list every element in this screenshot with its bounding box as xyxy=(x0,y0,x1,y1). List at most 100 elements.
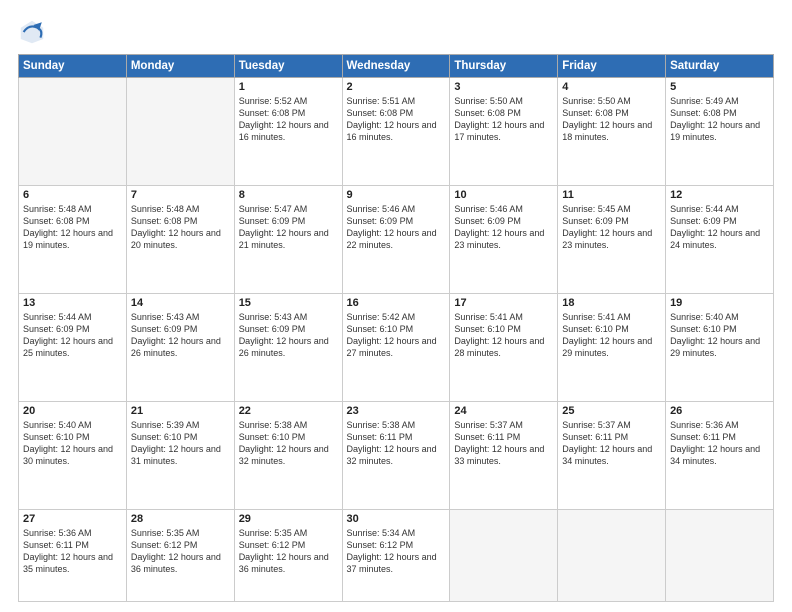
calendar-cell: 14 Sunrise: 5:43 AMSunset: 6:09 PMDayligh… xyxy=(126,293,234,401)
calendar-cell: 23 Sunrise: 5:38 AMSunset: 6:11 PMDayligh… xyxy=(342,401,450,509)
calendar-cell xyxy=(450,509,558,601)
day-number: 8 xyxy=(239,189,338,201)
cell-details: Sunrise: 5:38 AMSunset: 6:11 PMDaylight:… xyxy=(347,419,446,468)
calendar-week-4: 27 Sunrise: 5:36 AMSunset: 6:11 PMDayligh… xyxy=(19,509,774,601)
logo-icon xyxy=(18,18,46,46)
cell-details: Sunrise: 5:36 AMSunset: 6:11 PMDaylight:… xyxy=(670,419,769,468)
calendar-cell: 12Sunrise: 5:44 AMSunset: 6:09 PMDayligh… xyxy=(666,185,774,293)
cell-details: Sunrise: 5:44 AMSunset: 6:09 PMDaylight:… xyxy=(670,203,769,252)
cell-details: Sunrise: 5:34 AMSunset: 6:12 PMDaylight:… xyxy=(347,527,446,576)
cell-details: Sunrise: 5:35 AMSunset: 6:12 PMDaylight:… xyxy=(239,527,338,576)
calendar-cell: 2 Sunrise: 5:51 AMSunset: 6:08 PMDaylight… xyxy=(342,78,450,186)
day-number: 3 xyxy=(454,81,553,93)
cell-details: Sunrise: 5:43 AMSunset: 6:09 PMDaylight:… xyxy=(239,311,338,360)
calendar-cell: 18Sunrise: 5:41 AMSunset: 6:10 PMDayligh… xyxy=(558,293,666,401)
cell-details: Sunrise: 5:41 AMSunset: 6:10 PMDaylight:… xyxy=(454,311,553,360)
cell-details: Sunrise: 5:37 AMSunset: 6:11 PMDaylight:… xyxy=(454,419,553,468)
calendar-cell: 6 Sunrise: 5:48 AMSunset: 6:08 PMDaylight… xyxy=(19,185,127,293)
calendar-cell: 17Sunrise: 5:41 AMSunset: 6:10 PMDayligh… xyxy=(450,293,558,401)
day-number: 9 xyxy=(347,189,446,201)
day-number: 29 xyxy=(239,513,338,525)
calendar-week-1: 6 Sunrise: 5:48 AMSunset: 6:08 PMDaylight… xyxy=(19,185,774,293)
calendar-week-2: 13 Sunrise: 5:44 AMSunset: 6:09 PMDayligh… xyxy=(19,293,774,401)
calendar-week-0: 1 Sunrise: 5:52 AMSunset: 6:08 PMDaylight… xyxy=(19,78,774,186)
calendar-cell: 8 Sunrise: 5:47 AMSunset: 6:09 PMDaylight… xyxy=(234,185,342,293)
cell-details: Sunrise: 5:50 AMSunset: 6:08 PMDaylight:… xyxy=(562,95,661,144)
day-number: 7 xyxy=(131,189,230,201)
calendar-cell: 16Sunrise: 5:42 AMSunset: 6:10 PMDayligh… xyxy=(342,293,450,401)
day-number: 24 xyxy=(454,405,553,417)
cell-details: Sunrise: 5:49 AMSunset: 6:08 PMDaylight:… xyxy=(670,95,769,144)
day-header-saturday: Saturday xyxy=(666,55,774,78)
cell-details: Sunrise: 5:47 AMSunset: 6:09 PMDaylight:… xyxy=(239,203,338,252)
day-number: 19 xyxy=(670,297,769,309)
day-number: 25 xyxy=(562,405,661,417)
day-number: 6 xyxy=(23,189,122,201)
day-number: 2 xyxy=(347,81,446,93)
day-number: 27 xyxy=(23,513,122,525)
calendar-cell xyxy=(666,509,774,601)
calendar-cell: 29 Sunrise: 5:35 AMSunset: 6:12 PMDayligh… xyxy=(234,509,342,601)
day-header-monday: Monday xyxy=(126,55,234,78)
day-number: 14 xyxy=(131,297,230,309)
cell-details: Sunrise: 5:52 AMSunset: 6:08 PMDaylight:… xyxy=(239,95,338,144)
calendar-cell: 7Sunrise: 5:48 AMSunset: 6:08 PMDaylight… xyxy=(126,185,234,293)
calendar-cell: 11 Sunrise: 5:45 AMSunset: 6:09 PMDayligh… xyxy=(558,185,666,293)
cell-details: Sunrise: 5:46 AMSunset: 6:09 PMDaylight:… xyxy=(454,203,553,252)
day-number: 20 xyxy=(23,405,122,417)
day-header-sunday: Sunday xyxy=(19,55,127,78)
calendar-cell: 27 Sunrise: 5:36 AMSunset: 6:11 PMDayligh… xyxy=(19,509,127,601)
day-number: 13 xyxy=(23,297,122,309)
calendar-header-row: SundayMondayTuesdayWednesdayThursdayFrid… xyxy=(19,55,774,78)
cell-details: Sunrise: 5:48 AMSunset: 6:08 PMDaylight:… xyxy=(23,203,122,252)
day-header-wednesday: Wednesday xyxy=(342,55,450,78)
calendar-cell: 22 Sunrise: 5:38 AMSunset: 6:10 PMDayligh… xyxy=(234,401,342,509)
calendar-cell: 26 Sunrise: 5:36 AMSunset: 6:11 PMDayligh… xyxy=(666,401,774,509)
day-number: 30 xyxy=(347,513,446,525)
cell-details: Sunrise: 5:36 AMSunset: 6:11 PMDaylight:… xyxy=(23,527,122,576)
cell-details: Sunrise: 5:40 AMSunset: 6:10 PMDaylight:… xyxy=(670,311,769,360)
calendar-cell: 19 Sunrise: 5:40 AMSunset: 6:10 PMDayligh… xyxy=(666,293,774,401)
cell-details: Sunrise: 5:40 AMSunset: 6:10 PMDaylight:… xyxy=(23,419,122,468)
cell-details: Sunrise: 5:43 AMSunset: 6:09 PMDaylight:… xyxy=(131,311,230,360)
cell-details: Sunrise: 5:50 AMSunset: 6:08 PMDaylight:… xyxy=(454,95,553,144)
day-number: 11 xyxy=(562,189,661,201)
day-header-thursday: Thursday xyxy=(450,55,558,78)
day-number: 15 xyxy=(239,297,338,309)
header xyxy=(18,18,774,46)
cell-details: Sunrise: 5:46 AMSunset: 6:09 PMDaylight:… xyxy=(347,203,446,252)
calendar-cell: 10 Sunrise: 5:46 AMSunset: 6:09 PMDayligh… xyxy=(450,185,558,293)
cell-details: Sunrise: 5:45 AMSunset: 6:09 PMDaylight:… xyxy=(562,203,661,252)
calendar-cell: 30 Sunrise: 5:34 AMSunset: 6:12 PMDayligh… xyxy=(342,509,450,601)
day-number: 26 xyxy=(670,405,769,417)
calendar-cell xyxy=(126,78,234,186)
calendar-cell: 15 Sunrise: 5:43 AMSunset: 6:09 PMDayligh… xyxy=(234,293,342,401)
day-number: 1 xyxy=(239,81,338,93)
calendar-cell: 9 Sunrise: 5:46 AMSunset: 6:09 PMDaylight… xyxy=(342,185,450,293)
day-number: 22 xyxy=(239,405,338,417)
calendar-table: SundayMondayTuesdayWednesdayThursdayFrid… xyxy=(18,54,774,602)
calendar-cell: 21Sunrise: 5:39 AMSunset: 6:10 PMDayligh… xyxy=(126,401,234,509)
day-number: 23 xyxy=(347,405,446,417)
calendar-cell: 5 Sunrise: 5:49 AMSunset: 6:08 PMDaylight… xyxy=(666,78,774,186)
calendar-cell: 4 Sunrise: 5:50 AMSunset: 6:08 PMDaylight… xyxy=(558,78,666,186)
calendar-week-3: 20 Sunrise: 5:40 AMSunset: 6:10 PMDayligh… xyxy=(19,401,774,509)
day-number: 28 xyxy=(131,513,230,525)
cell-details: Sunrise: 5:44 AMSunset: 6:09 PMDaylight:… xyxy=(23,311,122,360)
calendar-cell: 3 Sunrise: 5:50 AMSunset: 6:08 PMDaylight… xyxy=(450,78,558,186)
day-number: 4 xyxy=(562,81,661,93)
day-number: 16 xyxy=(347,297,446,309)
cell-details: Sunrise: 5:37 AMSunset: 6:11 PMDaylight:… xyxy=(562,419,661,468)
calendar-cell: 1 Sunrise: 5:52 AMSunset: 6:08 PMDaylight… xyxy=(234,78,342,186)
calendar-cell: 24 Sunrise: 5:37 AMSunset: 6:11 PMDayligh… xyxy=(450,401,558,509)
calendar-cell: 28Sunrise: 5:35 AMSunset: 6:12 PMDayligh… xyxy=(126,509,234,601)
day-header-tuesday: Tuesday xyxy=(234,55,342,78)
cell-details: Sunrise: 5:38 AMSunset: 6:10 PMDaylight:… xyxy=(239,419,338,468)
day-number: 5 xyxy=(670,81,769,93)
day-number: 10 xyxy=(454,189,553,201)
calendar-cell: 25 Sunrise: 5:37 AMSunset: 6:11 PMDayligh… xyxy=(558,401,666,509)
logo xyxy=(18,18,50,46)
cell-details: Sunrise: 5:51 AMSunset: 6:08 PMDaylight:… xyxy=(347,95,446,144)
cell-details: Sunrise: 5:39 AMSunset: 6:10 PMDaylight:… xyxy=(131,419,230,468)
cell-details: Sunrise: 5:41 AMSunset: 6:10 PMDaylight:… xyxy=(562,311,661,360)
